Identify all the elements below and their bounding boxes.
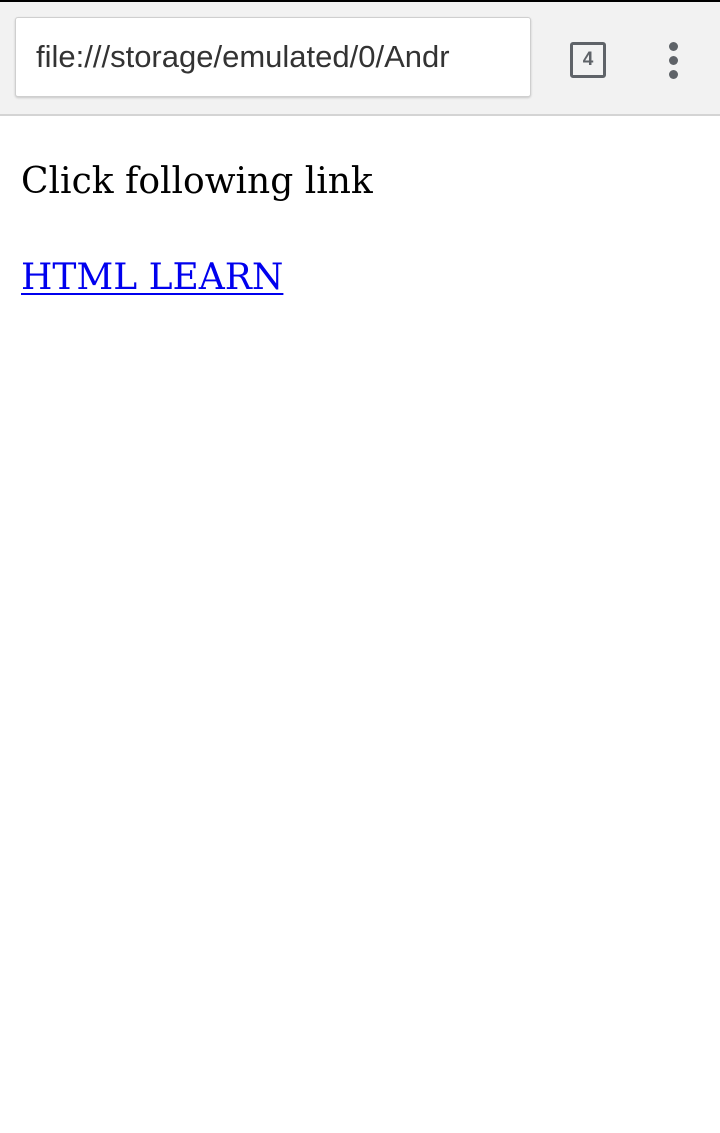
overflow-menu-button[interactable] xyxy=(640,22,706,96)
tab-count: 4 xyxy=(582,49,594,70)
tab-switcher-icon: 4 xyxy=(570,42,606,78)
paragraph-text: Click following link xyxy=(21,161,373,202)
html-learn-link[interactable]: HTML LEARN xyxy=(21,254,283,302)
tab-switcher-button[interactable]: 4 xyxy=(555,22,621,96)
more-vertical-icon xyxy=(669,42,678,51)
url-bar[interactable]: file:///storage/emulated/0/Andr xyxy=(15,17,531,97)
more-vertical-icon xyxy=(669,70,678,79)
url-text[interactable]: file:///storage/emulated/0/Andr xyxy=(36,18,450,96)
browser-toolbar: file:///storage/emulated/0/Andr 4 xyxy=(0,2,720,116)
more-vertical-icon xyxy=(669,56,678,65)
